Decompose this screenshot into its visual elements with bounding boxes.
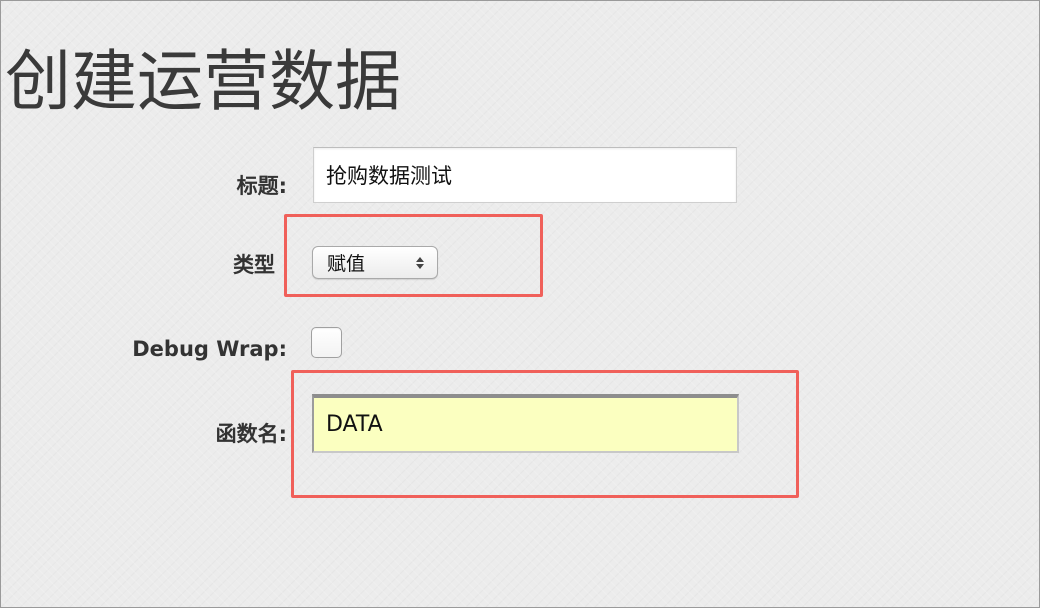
page-title: 创建运营数据 (5, 43, 401, 120)
select-arrows-icon (413, 256, 427, 269)
function-name-input[interactable] (312, 394, 739, 453)
function-name-label: 函数名: (215, 422, 287, 446)
debug-wrap-checkbox[interactable] (311, 327, 342, 358)
type-select-value: 赋值 (327, 253, 366, 275)
title-label: 标题: (236, 174, 287, 198)
type-label: 类型 (233, 253, 275, 277)
title-input[interactable] (313, 147, 737, 203)
type-select[interactable]: 赋值 (312, 246, 438, 279)
debug-wrap-label: Debug Wrap: (132, 337, 287, 361)
